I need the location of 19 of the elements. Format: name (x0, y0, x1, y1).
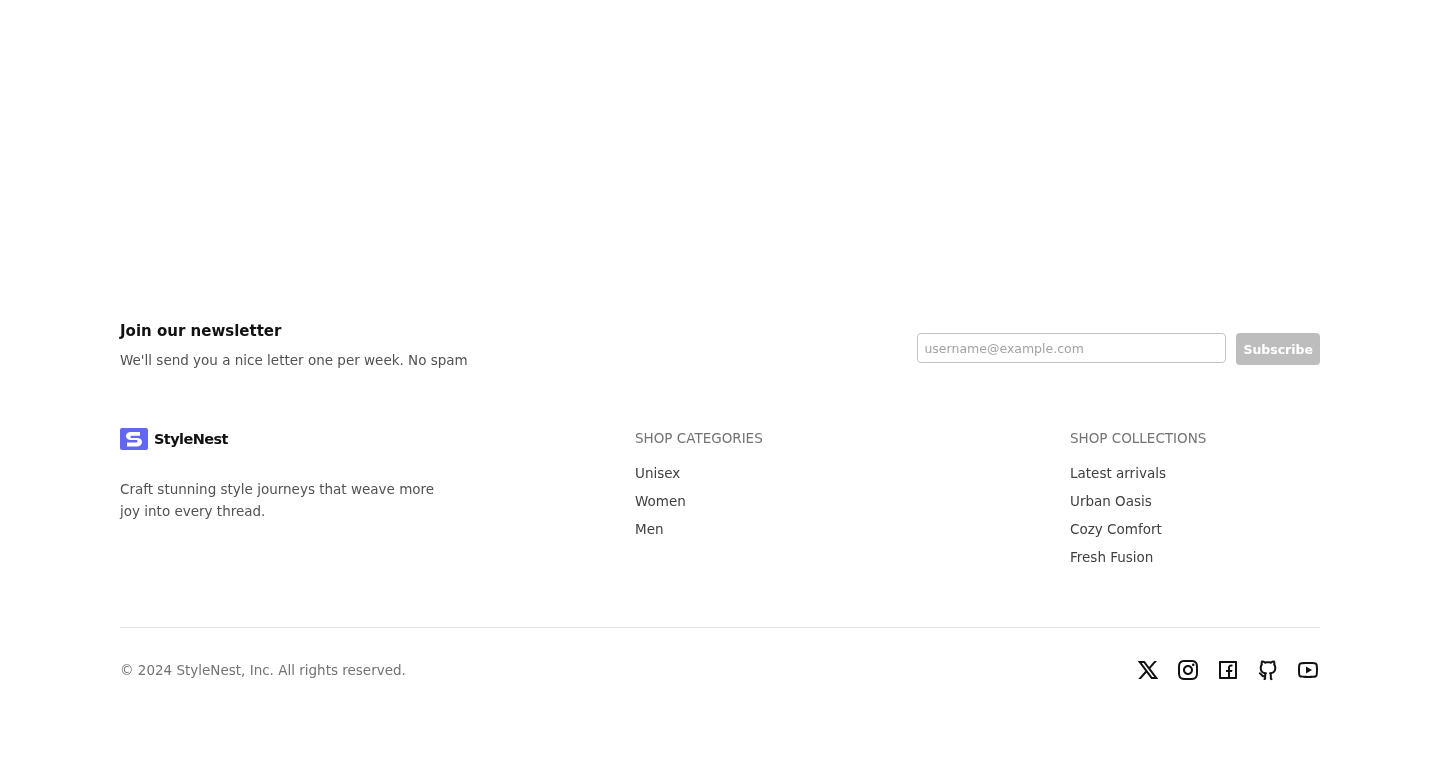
link-group-heading: SHOP CATEGORIES (635, 430, 764, 446)
footer-link[interactable]: Cozy Comfort (1070, 520, 1162, 539)
brand-tagline: Craft stunning style journeys that weave more joy into every thread. (120, 480, 436, 521)
footer-link[interactable]: Men (635, 520, 664, 539)
instagram-icon[interactable] (1176, 658, 1200, 682)
newsletter-description: We'll send you a nice letter one per week. No spam (120, 352, 468, 368)
link-group-heading: SHOP COLLECTIONS (1070, 430, 1208, 446)
footer-link[interactable]: Fresh Fusion (1070, 548, 1154, 567)
brand-name: StyleNest (154, 431, 228, 447)
facebook-icon[interactable] (1216, 658, 1240, 682)
x-logo-icon[interactable] (1136, 658, 1160, 682)
footer-link[interactable]: Urban Oasis (1070, 492, 1152, 511)
footer-link[interactable]: Unisex (635, 464, 681, 483)
email-field[interactable]: username@example.com (917, 333, 1227, 363)
footer-link[interactable]: Women (635, 492, 686, 511)
logo-icon (120, 428, 148, 450)
footer-link[interactable]: Latest arrivals (1070, 464, 1166, 483)
copyright-text: © 2024 StyleNest, Inc. All rights reserved. (120, 662, 406, 678)
newsletter-title: Join our newsletter (120, 322, 283, 340)
